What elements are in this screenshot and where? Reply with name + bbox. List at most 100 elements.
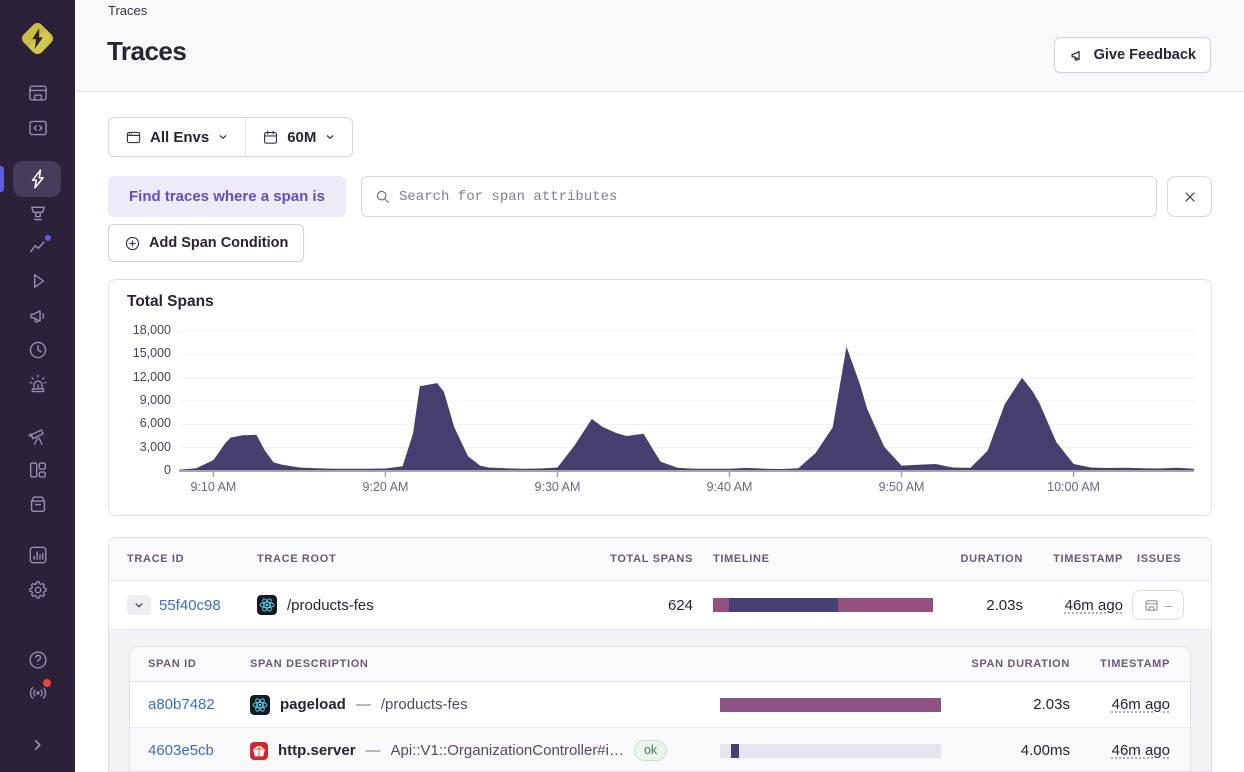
trace-timestamp[interactable]: 46m ago — [1065, 597, 1123, 614]
x-axis-tick-label: 9:30 AM — [534, 480, 581, 494]
calendar-icon — [264, 129, 278, 144]
y-axis-tick-label: 12,000 — [132, 369, 171, 384]
trace-id-link[interactable]: 55f40c98 — [159, 597, 221, 614]
span-op: http.server — [278, 742, 356, 759]
col-trace-id: TRACE ID — [127, 553, 185, 565]
search-icon — [376, 190, 389, 203]
sidebar-item-crons[interactable] — [26, 338, 50, 362]
x-axis-tick-label: 10:00 AM — [1047, 480, 1100, 494]
clear-search-button[interactable] — [1167, 176, 1212, 217]
sidebar-item-discover[interactable] — [26, 424, 50, 448]
col-timestamp: TIMESTAMP — [1053, 553, 1123, 565]
react-platform-icon — [250, 694, 270, 715]
col-span-description: SPAN DESCRIPTION — [250, 658, 369, 670]
col-issues: ISSUES — [1137, 553, 1182, 565]
span-timestamp[interactable]: 46m ago — [1112, 696, 1170, 713]
dashboard-grid-icon — [29, 462, 47, 478]
find-traces-label: Find traces where a span is — [108, 176, 346, 217]
react-platform-icon — [257, 595, 277, 615]
trace-issues-count: – — [1164, 597, 1173, 613]
whats-new-badge — [41, 677, 53, 689]
add-span-condition-button[interactable]: Add Span Condition — [108, 224, 305, 262]
span-timestamp[interactable]: 46m ago — [1112, 742, 1170, 759]
chevron-right-icon — [34, 740, 41, 750]
span-search-input[interactable] — [399, 188, 1144, 205]
page-title: Traces — [107, 36, 187, 66]
clock-icon — [29, 341, 47, 359]
circle-plus-icon — [125, 236, 140, 250]
trace-timeline-bar — [713, 598, 933, 612]
col-span-duration: SPAN DURATION — [971, 658, 1070, 670]
separator: — — [365, 742, 381, 759]
total-spans-chart: 0 3,000 6,000 9,000 12,000 15,000 18,000 9:10 A… — [109, 280, 1211, 515]
sidebar-item-projects[interactable] — [26, 116, 50, 140]
trace-table: TRACE ID TRACE ROOT TOTAL SPANS TIMELINE… — [108, 537, 1212, 772]
environment-filter-label: All Envs — [150, 128, 210, 146]
span-row: a80b7482 pageload — /products-fes 2.03s … — [130, 682, 1190, 728]
trace-expand-toggle[interactable] — [127, 595, 151, 615]
trace-duration: 2.03s — [986, 596, 1023, 614]
gear-icon — [29, 581, 47, 599]
main-content: All Envs 60M Find traces where a span is… — [75, 92, 1244, 772]
trace-root-name: /products-fes — [287, 596, 374, 614]
y-axis-tick-label: 18,000 — [132, 323, 171, 337]
span-row: 4603e5cb http.server — Api::V1::Organiza… — [130, 728, 1190, 771]
sidebar-item-alerts[interactable] — [26, 372, 50, 396]
megaphone-icon — [30, 310, 45, 323]
telescope-icon — [28, 429, 44, 445]
span-duration: 2.03s — [1033, 696, 1070, 713]
y-axis-tick-label: 0 — [164, 463, 171, 477]
help-icon — [29, 651, 47, 669]
active-item-indicator — [0, 166, 4, 192]
breadcrumb[interactable]: Traces — [108, 3, 147, 18]
give-feedback-button[interactable]: Give Feedback — [1053, 37, 1211, 73]
area-chart-plot — [179, 330, 1194, 477]
chevron-down-icon — [135, 603, 143, 608]
sidebar-item-performance[interactable] — [26, 167, 50, 191]
inbox-icon — [29, 85, 47, 101]
page-filter-bar: All Envs 60M — [108, 117, 354, 157]
x-axis-tick-label: 9:50 AM — [878, 480, 925, 494]
x-axis-tick-label: 9:40 AM — [706, 480, 753, 494]
give-feedback-label: Give Feedback — [1093, 47, 1196, 63]
trace-row: 55f40c98 /products-fes 624 2.03s 46m ago… — [109, 581, 1211, 630]
sidebar-item-releases[interactable] — [26, 492, 50, 516]
total-spans-chart-card: Total Spans 0 3,000 6,000 9,000 12,000 15,000… — [108, 279, 1212, 516]
x-axis-tick-label: 9:20 AM — [362, 480, 409, 494]
y-axis-tick-label: 9,000 — [139, 393, 171, 407]
span-duration-bar — [720, 743, 941, 758]
span-id-link[interactable]: a80b7482 — [148, 696, 215, 713]
sidebar-item-profiling[interactable] — [26, 201, 50, 225]
span-table-header: SPAN ID SPAN DESCRIPTION SPAN DURATION T… — [130, 647, 1190, 682]
inbox-icon — [1145, 599, 1158, 611]
sentry-logo-icon[interactable] — [18, 19, 57, 58]
sidebar-item-help[interactable] — [26, 648, 50, 672]
sidebar-item-issues[interactable] — [26, 81, 50, 105]
megaphone-icon — [1071, 50, 1080, 61]
y-axis-tick-label: 3,000 — [139, 439, 171, 454]
window-icon — [126, 131, 141, 143]
sidebar-item-stats[interactable] — [26, 543, 50, 567]
span-op: pageload — [280, 696, 346, 713]
bar-chart-icon — [29, 546, 47, 564]
span-table: SPAN ID SPAN DESCRIPTION SPAN DURATION T… — [129, 646, 1191, 771]
page-header: Traces Traces Give Feedback — [75, 0, 1244, 92]
span-id-link[interactable]: 4603e5cb — [148, 742, 214, 759]
sidebar-item-replays[interactable] — [26, 269, 50, 293]
sidebar-item-dashboards[interactable] — [26, 458, 50, 482]
sidebar — [0, 0, 75, 772]
sidebar-item-settings[interactable] — [26, 578, 50, 602]
separator: — — [355, 696, 371, 713]
trace-issues-button[interactable]: – — [1132, 590, 1184, 620]
span-duration: 4.00ms — [1020, 742, 1070, 759]
environment-filter[interactable]: All Envs — [109, 118, 245, 156]
add-span-condition-label: Add Span Condition — [149, 235, 289, 251]
span-status-badge: ok — [633, 740, 668, 761]
span-description: /products-fes — [380, 696, 468, 713]
y-axis-tick-label: 6,000 — [139, 416, 171, 431]
ruby-platform-icon — [250, 741, 268, 760]
chevron-down-icon — [219, 135, 227, 139]
sidebar-collapse-button[interactable] — [26, 733, 50, 757]
sidebar-item-user-feedback[interactable] — [26, 304, 50, 328]
date-range-filter[interactable]: 60M — [245, 118, 352, 156]
